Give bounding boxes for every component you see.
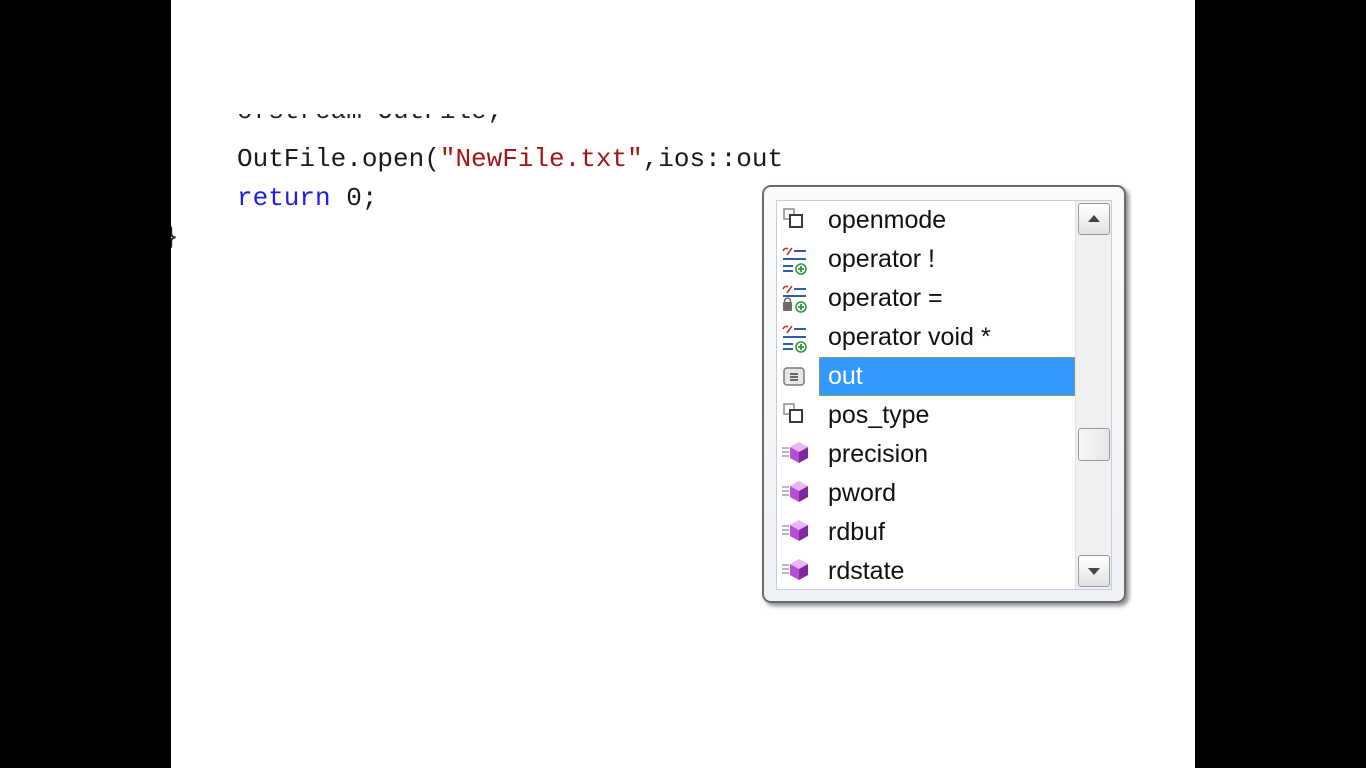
completion-item-label: operator ! (828, 245, 936, 273)
closing-brace-text: } (171, 222, 179, 248)
completion-item-label: rdstate (828, 557, 905, 585)
completion-item-label: pword (828, 479, 897, 507)
protected-operator-icon (780, 284, 812, 314)
completion-item-label: operator void * (828, 323, 991, 351)
code-line-partial: ofstream OutFile; (237, 114, 537, 128)
closing-brace: } (171, 222, 179, 248)
scroll-thumb[interactable] (1078, 428, 1110, 461)
type-icon (780, 401, 812, 431)
scroll-down-icon (1088, 568, 1100, 575)
completion-popup: rdstate rdbuf pword precision pos_type out ope… (762, 185, 1126, 603)
code-line-partial-text: ofstream OutFile; (237, 114, 502, 128)
completion-list[interactable]: rdstate rdbuf pword precision pos_type out ope… (776, 200, 1112, 590)
method-icon (780, 518, 812, 548)
method-icon (780, 479, 812, 509)
completion-item[interactable]: pword (777, 474, 1077, 513)
completion-item-label: rdbuf (828, 518, 885, 546)
completion-item-label: pos_type (828, 401, 930, 429)
completion-item[interactable]: operator void * (777, 318, 1077, 357)
completion-item[interactable]: precision (777, 435, 1077, 474)
code-editor[interactable]: OutFile.open("NewFile.txt",ios::out retu… (237, 140, 783, 292)
completion-item[interactable]: operator ! (777, 240, 1077, 279)
completion-item[interactable]: out (777, 357, 1077, 396)
completion-item-label: operator = (828, 284, 943, 312)
scroll-up-icon (1088, 215, 1100, 222)
completion-scrollbar[interactable] (1075, 201, 1111, 589)
code-keyword: return (237, 183, 331, 213)
operator-icon (780, 245, 812, 275)
code-return-value: 0; (330, 183, 378, 213)
completion-item-label: openmode (828, 206, 947, 234)
code-string: "NewFile.txt" (439, 144, 643, 174)
code-object: OutFile.open( (237, 144, 440, 174)
type-icon (780, 206, 812, 236)
scroll-down-button[interactable] (1078, 555, 1110, 587)
slide-canvas: ofstream OutFile; OutFile.open("NewFile.… (171, 0, 1195, 768)
operator-icon (780, 323, 812, 353)
completion-item[interactable]: rdstate (777, 552, 1077, 589)
completion-item-label: precision (828, 440, 929, 468)
completion-item-label: out (828, 362, 863, 390)
code-line-open: OutFile.open("NewFile.txt",ios::out (237, 140, 783, 178)
completion-item[interactable]: operator = (777, 279, 1077, 318)
scroll-up-button[interactable] (1078, 203, 1110, 235)
code-args: ,ios::out (642, 144, 784, 174)
completion-item[interactable]: openmode (777, 201, 1077, 240)
code-line-return: return 0; (237, 179, 377, 217)
enum-member-icon (780, 362, 812, 392)
method-icon (780, 557, 812, 587)
completion-item[interactable]: pos_type (777, 396, 1077, 435)
method-icon (780, 440, 812, 470)
completion-item[interactable]: rdbuf (777, 513, 1077, 552)
